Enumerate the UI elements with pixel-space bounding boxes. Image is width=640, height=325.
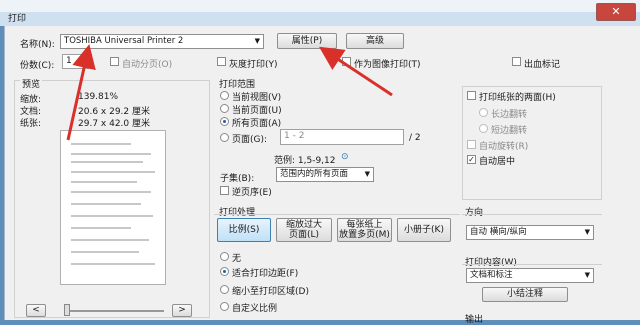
annotation-arrows xyxy=(66,44,393,141)
arrow-to-properties-button xyxy=(318,46,393,97)
arrow-to-printer-select xyxy=(66,44,96,141)
